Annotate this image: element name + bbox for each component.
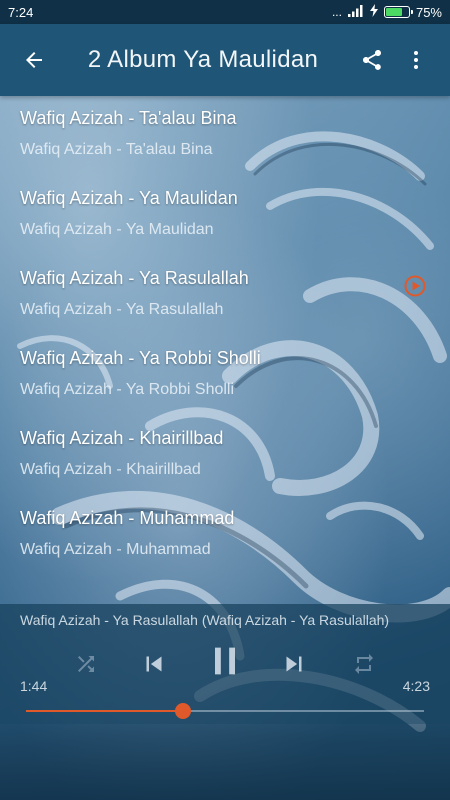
battery-level [385,8,402,16]
list-item[interactable]: Wafiq Azizah - Khairillbad Wafiq Azizah … [0,416,450,496]
track-subtitle: Wafiq Azizah - Ta'alau Bina [20,141,213,158]
list-item[interactable]: Wafiq Azizah - Ta'alau Bina Wafiq Azizah… [0,96,450,176]
repeat-icon [355,654,373,674]
player-controls [0,642,450,692]
total-time: 4:23 [402,678,430,694]
seek-thumb[interactable] [175,703,192,719]
shuffle-icon [78,656,94,672]
track-title: Wafiq Azizah - Ta'alau Bina [20,108,237,128]
battery-percent: 75% [415,4,442,20]
skip-previous-icon [146,656,162,672]
list-item[interactable]: Wafiq Azizah - Ya Rasulallah Wafiq Aziza… [0,256,450,336]
previous-button[interactable] [134,644,174,684]
status-bar: 7:24 ... 75% [0,0,450,24]
track-subtitle: Wafiq Azizah - Khairillbad [20,461,201,478]
signal-icon [347,4,364,20]
now-playing-text: Wafiq Azizah - Ya Rasulallah (Wafiq Aziz… [20,612,390,628]
pause-button[interactable] [202,638,248,684]
back-button[interactable] [12,38,56,82]
list-item[interactable]: Wafiq Azizah - Ya Maulidan Wafiq Azizah … [0,176,450,256]
skip-next-icon [286,656,302,672]
pause-icon [215,647,235,675]
status-indicators: ... 75% [332,4,442,20]
track-subtitle: Wafiq Azizah - Ya Robbi Sholli [20,381,235,398]
page-title: 2 Album Ya Maulidan [87,46,319,73]
more-options-button[interactable] [394,38,438,82]
repeat-button[interactable] [344,644,384,684]
share-button[interactable] [350,38,394,82]
bottom-area [0,724,450,800]
seek-progress [26,710,184,712]
track-title: Wafiq Azizah - Ya Rasulallah [20,268,249,288]
list-item[interactable]: Wafiq Azizah - Ya Robbi Sholli Wafiq Azi… [0,336,450,416]
share-icon [363,50,381,70]
track-subtitle: Wafiq Azizah - Ya Rasulallah [20,301,224,318]
notification-dots-icon: ... [331,5,342,19]
status-time: 7:24 [8,4,34,20]
seek-bar[interactable] [26,703,424,719]
track-title: Wafiq Azizah - Muhammad [20,508,235,528]
now-playing-icon [404,275,426,297]
track-title: Wafiq Azizah - Khairillbad [20,428,224,448]
arrow-left-icon [26,52,42,68]
track-subtitle: Wafiq Azizah - Ya Maulidan [20,221,214,238]
app-toolbar: 2 Album Ya Maulidan [0,24,450,96]
track-subtitle: Wafiq Azizah - Muhammad [20,541,211,558]
current-time: 1:44 [20,678,48,694]
next-button[interactable] [274,644,314,684]
shuffle-button[interactable] [66,644,106,684]
battery-icon [383,6,413,18]
track-list: Wafiq Azizah - Ta'alau Bina Wafiq Azizah… [0,96,450,604]
list-item[interactable]: Wafiq Azizah - Muhammad Wafiq Azizah - M… [0,496,450,576]
charging-bolt-icon [369,4,378,20]
track-title: Wafiq Azizah - Ya Maulidan [20,188,238,208]
player-panel: Wafiq Azizah - Ya Rasulallah (Wafiq Aziz… [0,604,450,724]
more-vert-icon [414,51,418,69]
track-title: Wafiq Azizah - Ya Robbi Sholli [20,348,261,368]
